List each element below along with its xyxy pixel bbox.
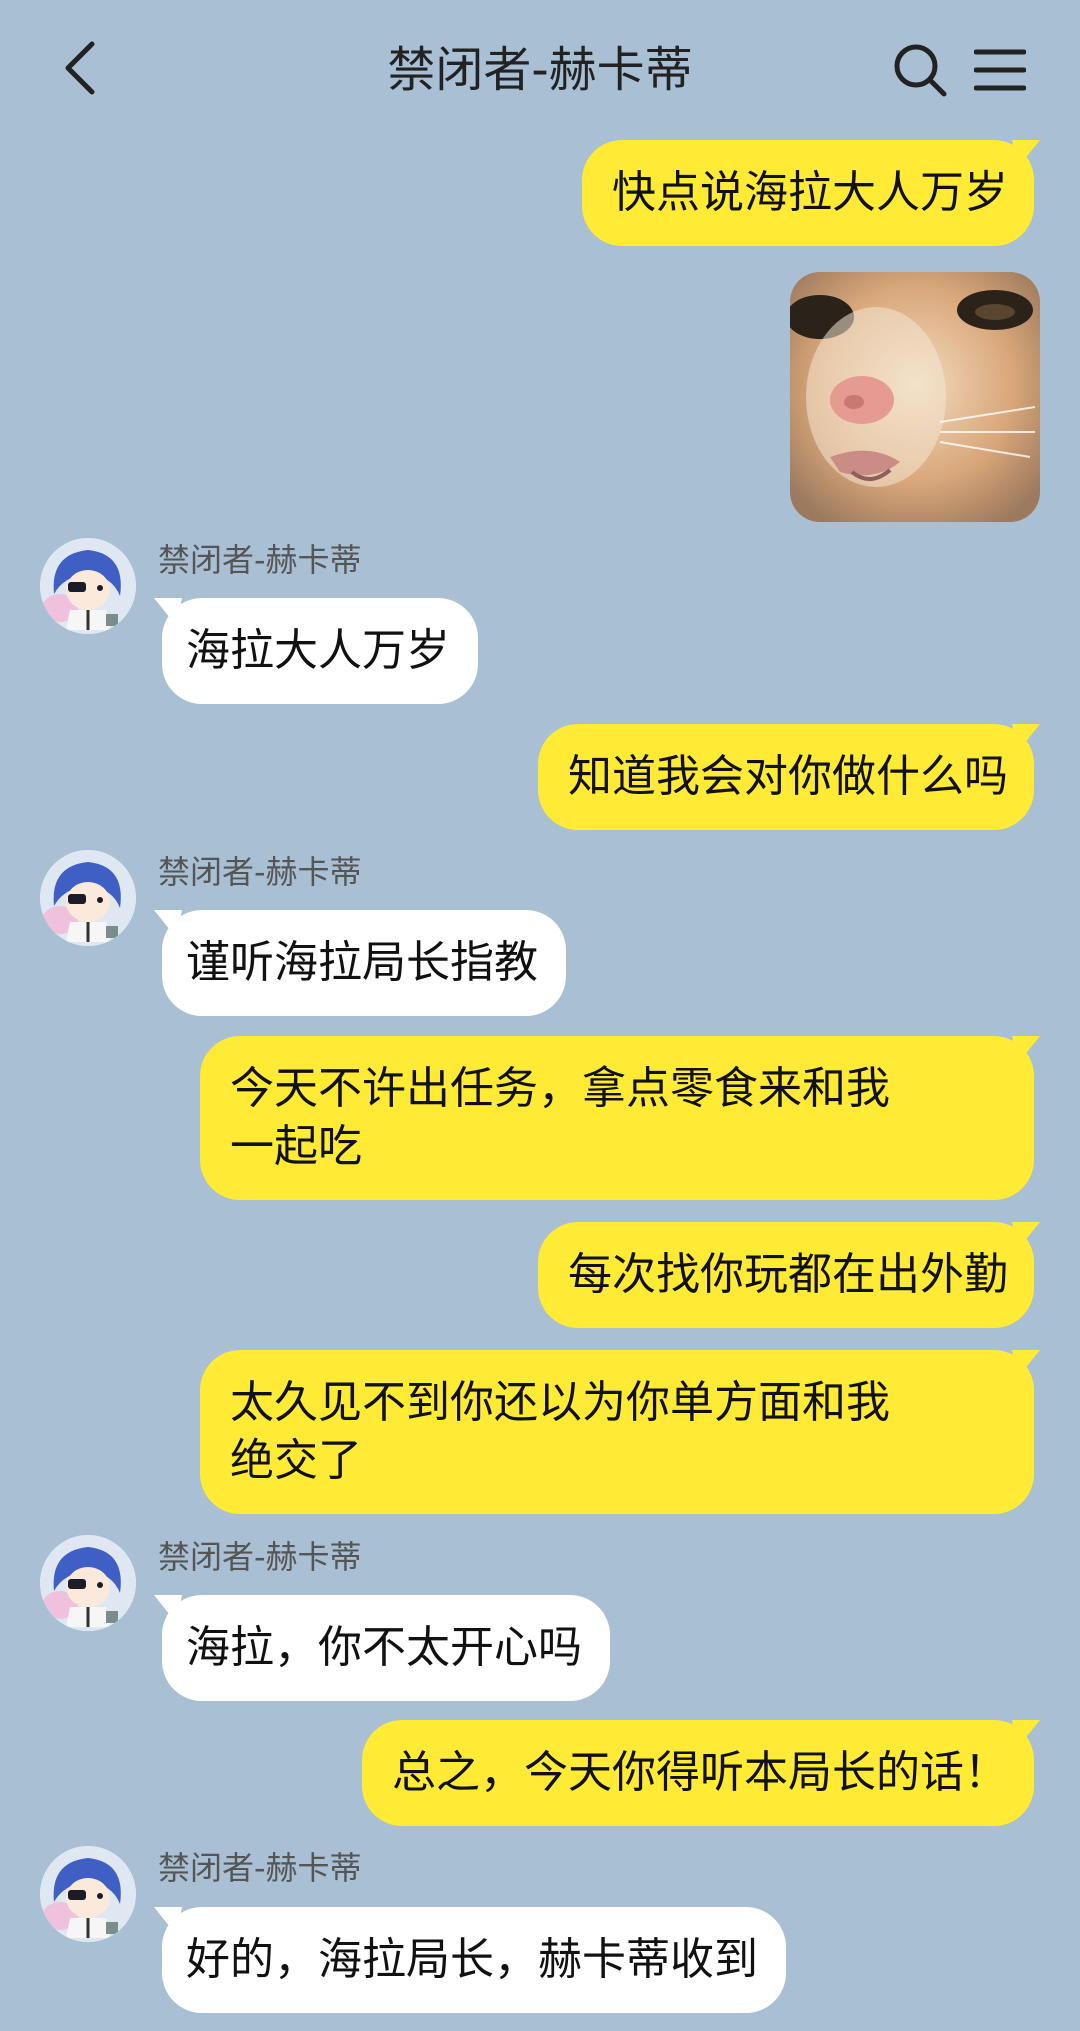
message-bubble-outgoing[interactable]: 今天不许出任务，拿点零食来和我 一起吃	[200, 1036, 1034, 1200]
message-text: 好的，海拉局长，赫卡蒂收到	[186, 1934, 758, 1985]
message-text-line: 一起吃	[230, 1121, 362, 1172]
message-bubble-outgoing[interactable]: 总之，今天你得听本局长的话！	[362, 1720, 1034, 1826]
avatar[interactable]	[40, 1846, 136, 1942]
sender-name: 禁闭者-赫卡蒂	[158, 541, 362, 579]
menu-icon	[974, 49, 1026, 91]
cat-meme-image[interactable]	[790, 272, 1040, 522]
avatar[interactable]	[40, 850, 136, 946]
sender-name: 禁闭者-赫卡蒂	[158, 1849, 362, 1887]
message-text: 谨听海拉局长指教	[186, 937, 538, 988]
message-bubble-outgoing[interactable]: 知道我会对你做什么吗	[538, 724, 1034, 830]
message-text-line: 今天不许出任务，拿点零食来和我	[230, 1063, 890, 1114]
message-bubble-outgoing[interactable]: 快点说海拉大人万岁	[582, 140, 1034, 246]
message-bubble-incoming[interactable]: 海拉，你不太开心吗	[162, 1595, 610, 1701]
message-bubble-incoming[interactable]: 谨听海拉局长指教	[162, 910, 566, 1016]
sender-name: 禁闭者-赫卡蒂	[158, 853, 362, 891]
avatar[interactable]	[40, 538, 136, 634]
message-bubble-incoming[interactable]: 海拉大人万岁	[162, 598, 478, 704]
message-bubble-incoming[interactable]: 好的，海拉局长，赫卡蒂收到	[162, 1907, 786, 2013]
chat-header: 禁闭者-赫卡蒂	[0, 0, 1080, 140]
message-bubble-outgoing[interactable]: 每次找你玩都在出外勤	[538, 1222, 1034, 1328]
message-bubble-outgoing[interactable]: 太久见不到你还以为你单方面和我 绝交了	[200, 1350, 1034, 1514]
message-text: 总之，今天你得听本局长的话！	[392, 1747, 1008, 1798]
message-text: 每次找你玩都在出外勤	[568, 1249, 1008, 1300]
message-text-line: 太久见不到你还以为你单方面和我	[230, 1377, 890, 1428]
avatar[interactable]	[40, 1535, 136, 1631]
message-text-line: 绝交了	[230, 1435, 362, 1486]
message-text: 海拉，你不太开心吗	[186, 1622, 582, 1673]
search-icon	[894, 44, 947, 97]
menu-button[interactable]	[970, 40, 1030, 100]
search-button[interactable]	[890, 40, 950, 100]
message-text: 快点说海拉大人万岁	[612, 167, 1008, 218]
sender-name: 禁闭者-赫卡蒂	[158, 1538, 362, 1576]
message-text: 知道我会对你做什么吗	[568, 751, 1008, 802]
message-text: 海拉大人万岁	[186, 625, 450, 676]
